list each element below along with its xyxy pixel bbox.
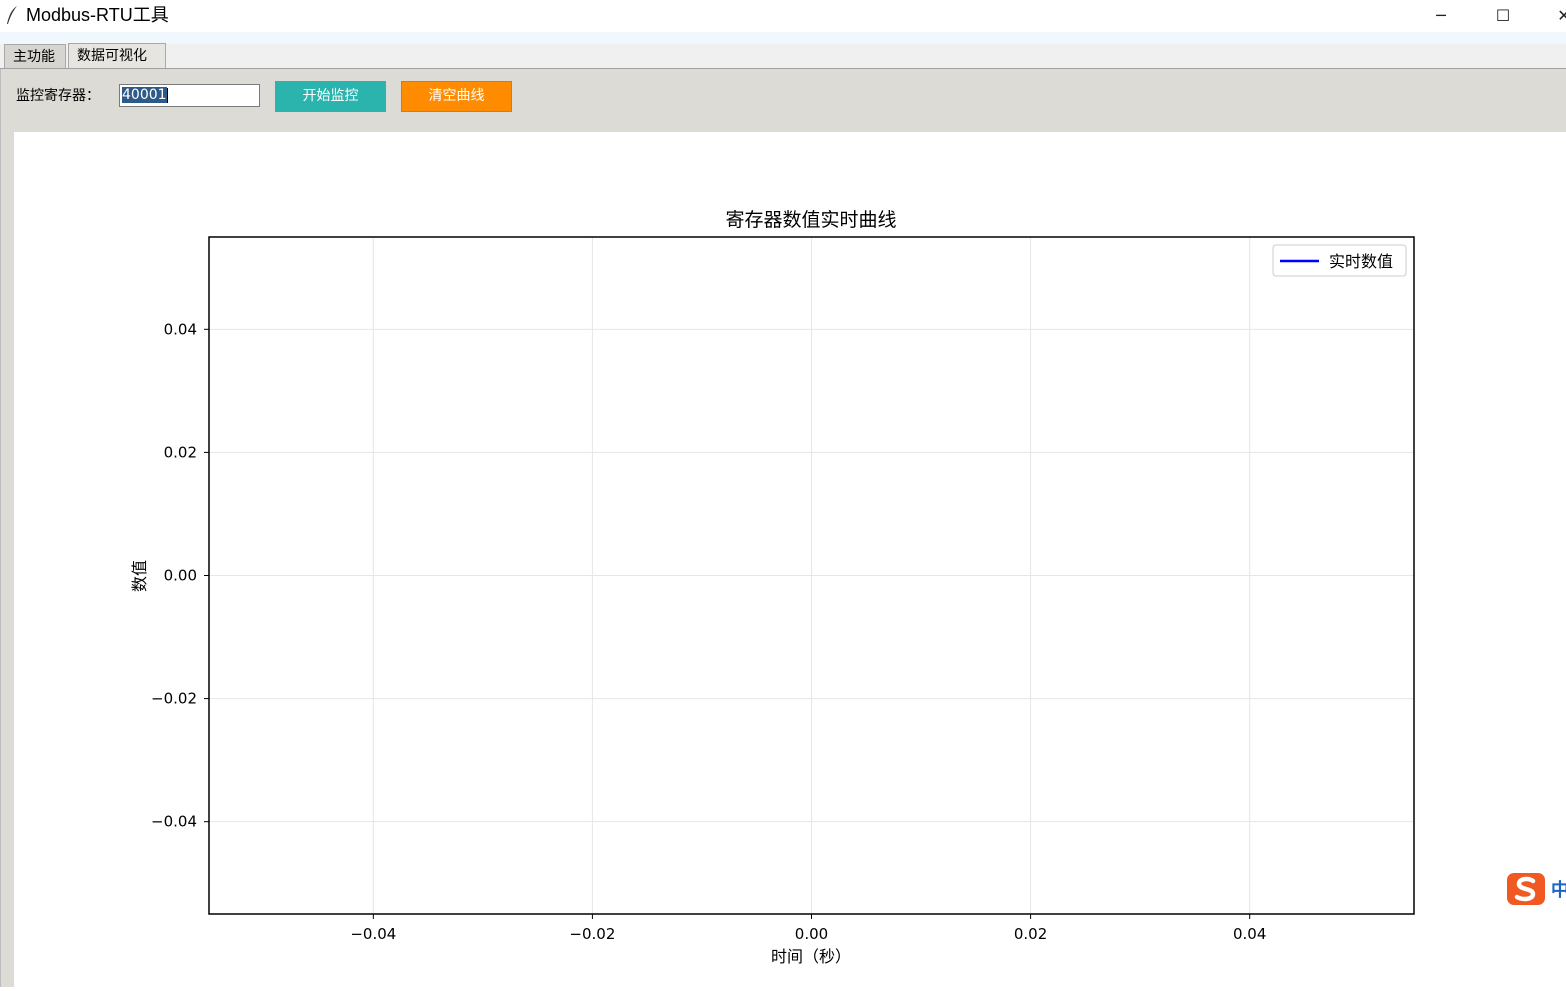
- chart-title: 寄存器数值实时曲线: [725, 209, 896, 231]
- tab-data-visualization[interactable]: 数据可视化: [68, 43, 166, 69]
- title-strip: [0, 32, 1566, 44]
- line-chart: −0.04 −0.02 0.00 0.02 0.04 0.04 0.02 0.00 −0.02 −…: [130, 209, 1415, 966]
- legend-label: 实时数值: [1329, 252, 1393, 271]
- y-tick-label: 0.00: [164, 567, 197, 585]
- panel-left-edge: [0, 69, 14, 987]
- feather-icon: [7, 6, 17, 24]
- x-tick-label: 0.04: [1233, 925, 1266, 943]
- tab-main-function[interactable]: 主功能: [4, 44, 66, 68]
- chart-grid: [209, 237, 1414, 914]
- window-title: Modbus-RTU工具: [26, 5, 169, 25]
- chart-canvas: −0.04 −0.02 0.00 0.02 0.04 0.04 0.02 0.00 −0.02 −…: [14, 132, 1566, 987]
- x-axis-label: 时间（秒）: [771, 947, 851, 966]
- close-button[interactable]: ✕: [1541, 0, 1566, 30]
- y-axis-label: 数值: [130, 560, 149, 592]
- maximize-icon: ☐: [1495, 5, 1511, 25]
- register-input-value: 40001: [122, 87, 167, 103]
- register-input[interactable]: 40001: [119, 84, 260, 107]
- ime-label: 中: [1551, 879, 1566, 901]
- x-tick-label: −0.04: [350, 925, 396, 943]
- text-cursor: [166, 87, 168, 103]
- ime-indicator[interactable]: 中: [1505, 870, 1566, 908]
- register-label: 监控寄存器：: [16, 88, 100, 104]
- y-tick-label: −0.04: [151, 813, 197, 831]
- start-monitor-button[interactable]: 开始监控: [275, 81, 386, 112]
- chart-ticks: −0.04 −0.02 0.00 0.02 0.04 0.04 0.02 0.00 −0.02 −…: [151, 320, 1266, 943]
- close-icon: ✕: [1557, 5, 1566, 25]
- x-tick-label: 0.02: [1014, 925, 1047, 943]
- y-tick-label: 0.04: [164, 320, 197, 338]
- tab-bar: [0, 44, 1566, 69]
- x-tick-label: 0.00: [795, 925, 828, 943]
- y-tick-label: −0.02: [151, 690, 197, 708]
- legend: 实时数值: [1272, 244, 1407, 277]
- minimize-button[interactable]: ─: [1418, 0, 1464, 30]
- maximize-button[interactable]: ☐: [1480, 0, 1526, 30]
- x-tick-label: −0.02: [569, 925, 615, 943]
- sogou-ime-icon: 中: [1507, 873, 1566, 905]
- clear-curve-button[interactable]: 清空曲线: [401, 81, 512, 112]
- title-bar: Modbus-RTU工具 ─ ☐ ✕: [0, 0, 1566, 32]
- y-tick-label: 0.02: [164, 443, 197, 461]
- minimize-icon: ─: [1436, 5, 1446, 25]
